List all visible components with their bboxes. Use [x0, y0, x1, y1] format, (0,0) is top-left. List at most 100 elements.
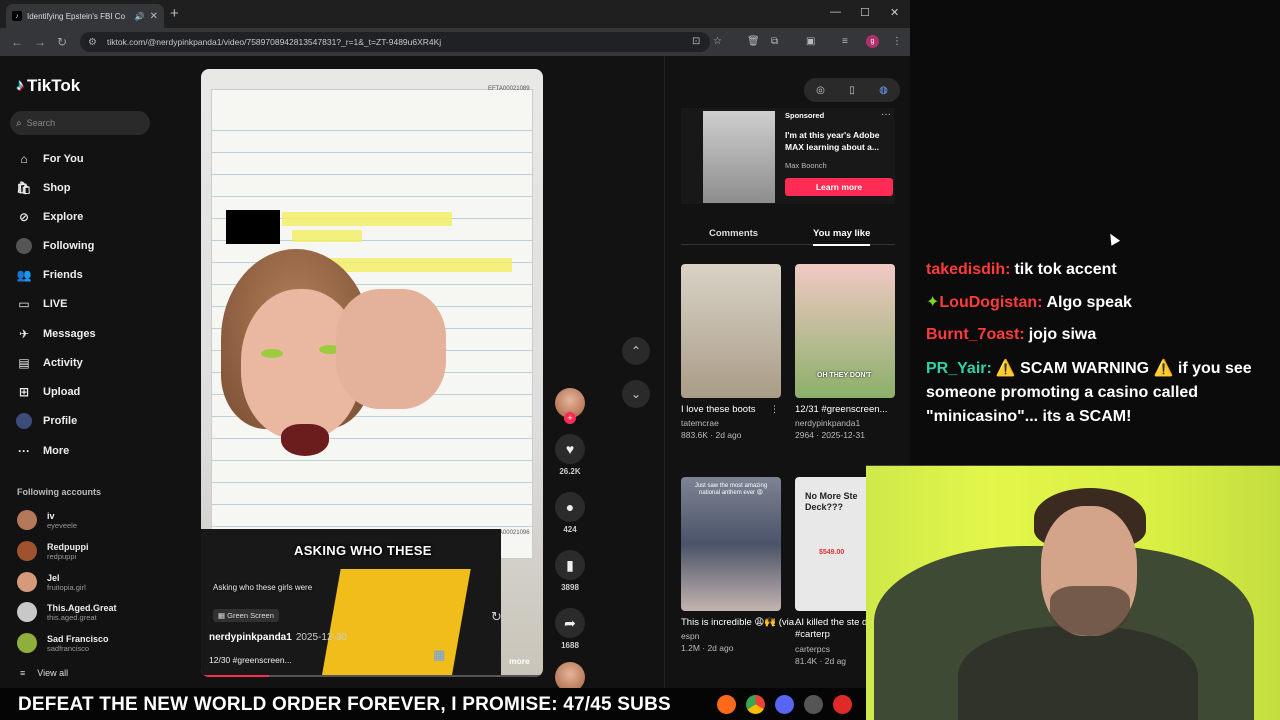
youtube-icon[interactable]: [833, 695, 852, 714]
sidebar: ♪ TikTok ⌕ Search ⌂ For You 🛍 Shop ⊘ Explor…: [0, 56, 160, 688]
video-card[interactable]: I love these boots tatemcrae 883.6K · 2d…: [681, 264, 781, 440]
save-button[interactable]: ▮ 3898: [553, 550, 587, 592]
chrome-icon[interactable]: [746, 695, 765, 714]
close-window-icon[interactable]: ✕: [890, 6, 899, 19]
video-progress[interactable]: [201, 675, 543, 677]
compass-icon[interactable]: ◎: [816, 85, 825, 96]
tab-comments[interactable]: Comments: [709, 228, 758, 239]
home-icon: ⌂: [20, 152, 28, 166]
sponsored-ad[interactable]: Sponsored ··· I'm at this year's Adobe M…: [681, 108, 895, 204]
card-thumbnail: Just saw the most amazing national anthe…: [681, 477, 781, 611]
screenshot-icon[interactable]: ▣: [806, 36, 815, 47]
obs-icon[interactable]: [804, 695, 823, 714]
profile-icon: [16, 413, 32, 429]
card-stats: 2964 · 2025-12-31: [795, 430, 865, 441]
phone-icon[interactable]: ▯: [849, 85, 855, 96]
nav-label: Profile: [43, 415, 78, 427]
nav-more[interactable]: ··· More: [16, 443, 69, 459]
close-tab-icon[interactable]: ✕: [150, 11, 158, 22]
nav-friends[interactable]: 👥 Friends: [16, 267, 83, 283]
ad-title: I'm at this year's Adobe MAX learning ab…: [785, 130, 880, 153]
discord-icon[interactable]: [775, 695, 794, 714]
like-button[interactable]: ♥ 26.2K: [553, 434, 587, 476]
ticker-text: DEFEAT THE NEW WORLD ORDER FOREVER, I PR…: [18, 694, 671, 715]
live-icon: ▭: [18, 297, 30, 311]
diamond-badge-icon: ✦: [926, 294, 940, 311]
share-button[interactable]: ➦ 1688: [553, 608, 587, 650]
back-icon[interactable]: ←: [11, 35, 23, 49]
firefox-icon[interactable]: [717, 695, 736, 714]
more-icon: ···: [18, 444, 30, 458]
card-overlay-text: No More Ste Deck???: [805, 491, 858, 512]
media-icon[interactable]: ≡: [842, 36, 848, 47]
delete-icon[interactable]: 🗑: [747, 36, 760, 47]
nav-following[interactable]: Following: [16, 238, 94, 254]
nav-for-you[interactable]: ⌂ For You: [16, 151, 83, 167]
ad-author: Max Boonch: [785, 161, 827, 170]
follow-plus-icon[interactable]: +: [564, 412, 576, 424]
nav-label: Shop: [43, 182, 71, 194]
address-bar[interactable]: ⚙ tiktok.com/@nerdypinkpanda1/video/7589…: [80, 32, 710, 52]
account-item[interactable]: Jel fruitopia.girl: [17, 572, 86, 592]
creator-avatar[interactable]: +: [555, 388, 585, 424]
nav-live[interactable]: ▭ LIVE: [16, 296, 67, 312]
ad-thumbnail: [703, 111, 775, 203]
search-input[interactable]: ⌕ Search: [10, 111, 150, 135]
video-player[interactable]: EFTA00021089 EFTA00021096 ASKING WHO THE…: [201, 69, 543, 677]
browser-menu-icon[interactable]: ⋮: [892, 36, 902, 47]
audio-icon[interactable]: 🔊: [135, 12, 145, 21]
bookmark-star-icon[interactable]: ☆: [713, 36, 722, 47]
video-description: 12/30 #greenscreen...: [209, 655, 292, 665]
stream-screen: ♪ Identifying Epstein's FBI Co 🔊 ✕ + — ☐…: [0, 0, 1280, 720]
tiktok-logo[interactable]: ♪ TikTok: [16, 76, 80, 96]
account-item[interactable]: Sad Francisco sadfrancisco: [17, 633, 109, 653]
nav-shop[interactable]: 🛍 Shop: [16, 180, 71, 196]
card-menu-icon[interactable]: ⋮: [770, 617, 779, 628]
account-item[interactable]: Redpuppi redpuppi: [17, 541, 89, 561]
nav-upload[interactable]: ⊞ Upload: [16, 384, 80, 400]
chat-user: Burnt_7oast:: [926, 326, 1025, 343]
video-caption-overlay: ASKING WHO THESE: [294, 543, 432, 558]
minimize-icon[interactable]: —: [830, 6, 841, 18]
nav-label: Upload: [43, 386, 81, 398]
bookmark-icon[interactable]: ▦: [433, 647, 445, 663]
tab-title: Identifying Epstein's FBI Co: [27, 11, 126, 21]
view-all-label: View all: [37, 668, 69, 678]
greenscreen-label[interactable]: ▦ Green Screen: [213, 609, 279, 622]
profile-avatar-icon[interactable]: g: [866, 35, 879, 48]
comment-button[interactable]: ● 424: [553, 492, 587, 534]
maximize-icon[interactable]: ☐: [860, 6, 870, 19]
new-tab-icon[interactable]: +: [170, 5, 179, 22]
globe-icon[interactable]: ◍: [879, 85, 888, 96]
following-accounts-heading: Following accounts: [17, 487, 102, 497]
browser-tab[interactable]: ♪ Identifying Epstein's FBI Co 🔊 ✕: [6, 4, 164, 28]
nav-profile[interactable]: Profile: [16, 413, 77, 429]
video-card[interactable]: OH THEY DON'T 12/31 #greenscreen... nerd…: [795, 264, 895, 440]
card-menu-icon[interactable]: ⋮: [770, 404, 779, 415]
chat-message: takedisdih: tik tok accent: [926, 258, 1266, 282]
site-settings-icon[interactable]: ⚙: [88, 37, 97, 48]
nav-messages[interactable]: ✈ Messages: [16, 326, 96, 342]
video-author[interactable]: nerdypinkpanda1 2025-12-30: [209, 632, 347, 643]
account-handle: redpuppi: [47, 551, 77, 561]
card-title: This is incredible 😩🙌 (via...: [681, 617, 802, 628]
forward-icon[interactable]: →: [34, 35, 46, 49]
reload-icon[interactable]: ↻: [57, 35, 67, 49]
ad-menu-icon[interactable]: ···: [881, 109, 891, 120]
chevron-down-icon: ⌄: [630, 387, 642, 401]
view-all-link[interactable]: ≡ View all: [20, 668, 68, 678]
account-item[interactable]: iv eyeveele: [17, 510, 77, 530]
previous-video-button[interactable]: ⌃: [622, 337, 650, 365]
nav-explore[interactable]: ⊘ Explore: [16, 209, 83, 225]
learn-more-button[interactable]: Learn more: [785, 178, 893, 196]
extensions-icon[interactable]: ⧉: [771, 36, 778, 47]
nav-activity[interactable]: ▤ Activity: [16, 355, 82, 371]
replay-icon[interactable]: ↻: [491, 609, 502, 625]
video-card[interactable]: Just saw the most amazing national anthe…: [681, 477, 802, 653]
account-item[interactable]: This.Aged.Great this.aged.great: [17, 602, 117, 622]
install-icon[interactable]: ⊡: [692, 36, 700, 47]
next-video-button[interactable]: ⌄: [622, 380, 650, 408]
more-link[interactable]: more: [509, 656, 530, 666]
tab-you-may-like[interactable]: You may like: [813, 228, 871, 246]
video-card[interactable]: No More Ste Deck??? $549.00 AI killed th…: [795, 477, 867, 666]
